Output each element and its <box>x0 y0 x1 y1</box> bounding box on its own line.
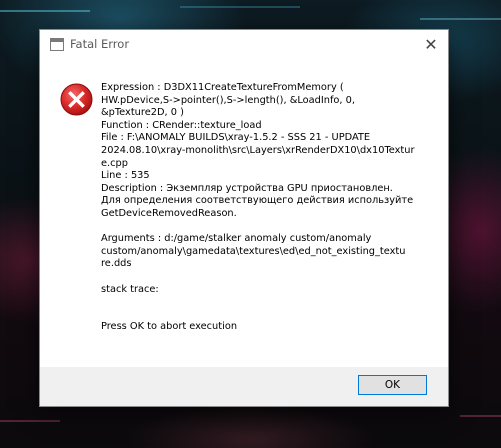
message-line: 2024.08.10\xray-monolith\src\Layers\xrRe… <box>101 144 415 156</box>
background-light-streak <box>460 415 501 417</box>
ok-button[interactable]: OK <box>358 375 427 395</box>
message-line: GetDeviceRemovedReason. <box>101 207 237 219</box>
message-line: Для определения соответствующего действи… <box>101 195 414 207</box>
message-line: re.dds <box>101 258 132 270</box>
background-light-streak <box>180 6 300 8</box>
message-line: &pTexture2D, 0 ) <box>101 107 184 119</box>
message-line: File : F:\ANOMALY BUILDS\xray-1.5.2 - SS… <box>101 132 371 144</box>
message-line: Function : CRender::texture_load <box>101 119 262 131</box>
message-line: Press OK to abort execution <box>101 321 238 333</box>
message-line: Expression : D3DX11CreateTextureFromMemo… <box>101 82 344 93</box>
window-icon <box>50 38 64 51</box>
message-line: Arguments : d:/game/stalker anomaly cust… <box>101 233 372 245</box>
background-light-streak <box>0 420 60 422</box>
message-line: stack trace: <box>101 283 159 295</box>
background-light-streak <box>0 10 90 12</box>
close-button[interactable]: ✕ <box>414 30 448 60</box>
title-bar[interactable]: Fatal Error ✕ <box>40 30 448 60</box>
message-line: Line : 535 <box>101 170 150 182</box>
dialog-content: Expression : D3DX11CreateTextureFromMemo… <box>40 60 448 367</box>
message-line: HW.pDevice,S->pointer(),S->length(), &Lo… <box>101 94 355 106</box>
error-icon <box>60 83 93 116</box>
message-line: Description : Экземпляр устройства GPU п… <box>101 182 393 194</box>
error-message: Expression : D3DX11CreateTextureFromMemo… <box>101 82 436 334</box>
button-bar: OK <box>40 367 448 406</box>
message-line: custom/anomaly\gamedata\textures\ed\ed_n… <box>101 245 406 257</box>
window-title: Fatal Error <box>70 37 130 51</box>
background-light-streak <box>420 18 501 20</box>
message-line: e.cpp <box>101 157 128 169</box>
fatal-error-dialog: Fatal Error ✕ Expression : D3DX11CreateT… <box>39 29 449 407</box>
